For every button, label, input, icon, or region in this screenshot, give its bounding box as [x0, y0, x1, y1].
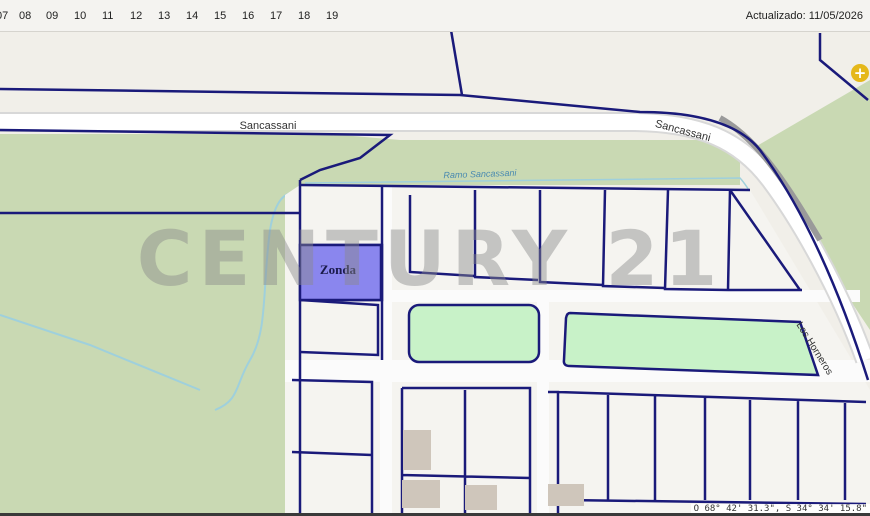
timeline-tick[interactable]: 15 — [214, 10, 226, 22]
timeline-tick[interactable]: 19 — [326, 10, 338, 22]
timeline-tick[interactable]: 07 — [0, 10, 8, 22]
updated-date: Actualizado: 11/05/2026 — [745, 10, 863, 22]
building — [465, 485, 497, 510]
cadastral-map[interactable]: Zonda Sancassani Sancassani Ramo Sancass… — [0, 0, 870, 516]
park-left — [407, 303, 541, 364]
building — [402, 480, 440, 508]
building — [548, 484, 584, 506]
timeline-tick[interactable]: 09 — [46, 10, 58, 22]
timeline-tick[interactable]: 12 — [130, 10, 142, 22]
timeline-tick[interactable]: 17 — [270, 10, 282, 22]
street-label-sancassani-left: Sancassani — [240, 120, 297, 132]
park-right — [562, 311, 820, 377]
timeline-bar: 07 08 09 10 11 12 13 14 15 16 17 18 19 A… — [0, 0, 870, 32]
timeline-tick[interactable]: 11 — [102, 10, 113, 22]
timeline-tick[interactable]: 08 — [19, 10, 31, 22]
zoom-in-button[interactable]: + — [851, 64, 869, 82]
timeline-tick[interactable]: 10 — [74, 10, 86, 22]
timeline-tick[interactable]: 14 — [186, 10, 198, 22]
building — [403, 430, 431, 470]
timeline-tick[interactable]: 13 — [158, 10, 170, 22]
timeline-tick[interactable]: 16 — [242, 10, 254, 22]
watermark-logo: CENTURY 21 — [137, 214, 723, 303]
timeline-tick[interactable]: 18 — [298, 10, 310, 22]
